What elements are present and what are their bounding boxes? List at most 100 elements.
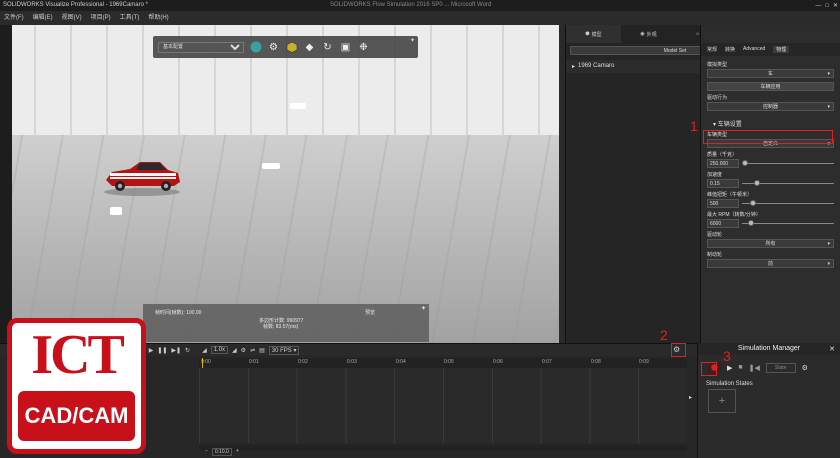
tick-label: 0:05 [444, 359, 454, 365]
time-ruler[interactable]: 0:00 0:01 0:02 0:03 0:04 0:05 0:06 0:07 … [199, 358, 687, 368]
play-icon[interactable]: ▶ [727, 364, 732, 372]
pin-icon[interactable]: ✦ [421, 305, 426, 312]
scene-icon[interactable]: ◆ [303, 41, 316, 54]
accel-value[interactable]: 0.15 [707, 179, 739, 188]
sim-type-label: 模拟类型 [707, 62, 728, 68]
clip-icon[interactable]: ▤ [259, 347, 265, 354]
zoom-out-icon[interactable]: − [205, 448, 208, 456]
appearance-sphere-icon[interactable] [249, 41, 262, 54]
ramp-icon[interactable]: ◢ [232, 347, 237, 354]
torque-slider[interactable]: 500 [707, 199, 834, 208]
minimize-icon[interactable]: — [815, 1, 821, 11]
palette-panel: ⬢模型 ◉外观 ☼布景 ◉相机 ■库 Model Set▾ + □ ▤ ▦ ▸ … [565, 25, 840, 343]
chevron-right-icon: ▸ [572, 64, 576, 70]
properties-panel: 常规 转换 Advanced 物理 模拟类型 车 ▾ 车辆应用 驱动行为 控制器 ▾… [700, 25, 840, 343]
loop-icon[interactable]: ↻ [185, 347, 190, 354]
viewport-left-edge [0, 25, 12, 343]
tick-label: 0:06 [493, 359, 503, 365]
subtab-advanced[interactable]: Advanced [743, 46, 765, 53]
torque-label: 峰值扭矩（牛顿米） [707, 192, 753, 198]
drive-wheels-select[interactable]: 所有 ▾ [707, 239, 834, 248]
collapse-icon[interactable]: ▸ [689, 394, 692, 401]
vehicle-settings-header[interactable]: ▾ 车辆设置 [707, 119, 834, 128]
sim-type-select[interactable]: 车 ▾ [707, 69, 834, 78]
brake-wheels-label: 制动轮 [707, 252, 723, 258]
cube-icon[interactable] [285, 41, 298, 54]
zoom-in-icon[interactable]: + [236, 448, 239, 456]
appearance-icon: ◉ [640, 31, 645, 37]
subtab-transform[interactable]: 转换 [725, 46, 735, 53]
box-select-icon[interactable]: ▣ [339, 41, 352, 54]
ict-logo: ICT CAD/CAM [7, 318, 146, 454]
render-viewport[interactable] [0, 25, 565, 343]
torque-value[interactable]: 500 [707, 199, 739, 208]
fps-select[interactable]: 30 FPS ▾ [268, 345, 300, 355]
cube-icon: ⬢ [585, 31, 590, 37]
accel-knob[interactable] [754, 180, 760, 186]
rewind-icon[interactable]: ❚◀ [749, 364, 760, 372]
tab-model[interactable]: ⬢ 模型 [566, 25, 621, 43]
drive-wheels-label: 驱动轮 [707, 232, 723, 238]
brake-wheels-select[interactable]: 前 ▾ [707, 259, 834, 268]
menu-help[interactable]: 帮助(H) [148, 11, 168, 25]
drive-behavior-label: 驱动行为 [707, 95, 728, 101]
menu-file[interactable]: 文件(F) [4, 11, 24, 25]
aperture-icon[interactable]: ❉ [357, 41, 370, 54]
timeline-scrollbar[interactable] [199, 445, 687, 451]
close-icon[interactable]: ✕ [833, 1, 838, 11]
skip-end-icon[interactable]: ▶❚ [171, 347, 181, 354]
title-bar: SOLIDWORKS Visualize Professional - 1969… [0, 0, 840, 11]
stop-icon[interactable]: ■ [738, 364, 742, 371]
tick-label: 0:02 [298, 359, 308, 365]
refresh-icon[interactable]: ↻ [321, 41, 334, 54]
timeline-tracks[interactable] [199, 368, 687, 443]
speed-button[interactable]: 1.0x [210, 346, 229, 354]
sim-manager-title: Simulation Manager [698, 343, 840, 355]
subtab-physics[interactable]: 物理 [773, 46, 790, 53]
simulation-manager-panel: Simulation Manager ✕ ▶ ■ ❚◀ State ⚙ Simu… [697, 343, 840, 458]
maximize-icon[interactable]: □ [825, 1, 829, 11]
tree-item-label: 1969 Camaro [578, 63, 615, 69]
annotation-number-3: 3 [723, 348, 731, 364]
gear-icon[interactable]: ⚙ [802, 364, 808, 372]
menu-tools[interactable]: 工具(T) [120, 11, 140, 25]
camaro-model[interactable] [102, 158, 182, 196]
pause-icon[interactable]: ❚❚ [157, 347, 167, 354]
camera-robot-icon[interactable]: ⚙ [267, 41, 280, 54]
add-state-button[interactable]: + [708, 389, 736, 413]
menu-bar: 文件(F) 编辑(E) 视图(V) 项目(P) 工具(T) 帮助(H) [0, 11, 840, 25]
drive-behavior-select[interactable]: 控制器 ▾ [707, 102, 834, 111]
link-icon[interactable]: ⇌ [250, 347, 255, 354]
subtab-general[interactable]: 常规 [707, 46, 717, 53]
rpm-slider[interactable]: 6000 [707, 219, 834, 228]
logo-bottom-text: CAD/CAM [18, 391, 135, 441]
torque-knob[interactable] [750, 200, 756, 206]
mass-slider[interactable]: 250.000 [707, 159, 834, 168]
mass-knob[interactable] [742, 160, 748, 166]
pin-icon[interactable]: ✦ [410, 37, 415, 44]
key-icon[interactable]: ⚙ [241, 347, 246, 354]
state-button[interactable]: State [765, 362, 796, 373]
light-marker [290, 103, 306, 109]
tree-item[interactable]: ▸ 1969 Camaro [566, 60, 700, 73]
rpm-value[interactable]: 6000 [707, 219, 739, 228]
vehicle-apply-button[interactable]: 车辆应用 [707, 82, 834, 91]
keyframe-icon[interactable]: ◢ [202, 347, 207, 354]
annotation-number-1: 1 [690, 118, 698, 134]
rpm-label: 最大 RPM（转数/分钟） [707, 212, 761, 218]
viewport-toolbar: 基本配置 ⚙ ◆ ↻ ▣ ❉ ✦ [153, 36, 418, 58]
annotation-box-3 [701, 362, 717, 376]
mass-value[interactable]: 250.000 [707, 159, 739, 168]
accel-slider[interactable]: 0.15 [707, 179, 834, 188]
menu-view[interactable]: 视图(V) [62, 11, 82, 25]
time-zoom-value[interactable]: 0:10.0 [211, 448, 232, 456]
tick-label: 0:01 [249, 359, 259, 365]
rpm-knob[interactable] [748, 220, 754, 226]
close-icon[interactable]: ✕ [829, 345, 835, 353]
play-icon[interactable]: ▶ [149, 347, 154, 354]
menu-edit[interactable]: 编辑(E) [33, 11, 53, 25]
menu-project[interactable]: 项目(P) [91, 11, 111, 25]
simulation-toggle-icon[interactable]: ⚙ [673, 345, 680, 354]
tab-appearance[interactable]: ◉ 外观 [621, 25, 676, 43]
preset-select[interactable]: 基本配置 [158, 41, 244, 53]
